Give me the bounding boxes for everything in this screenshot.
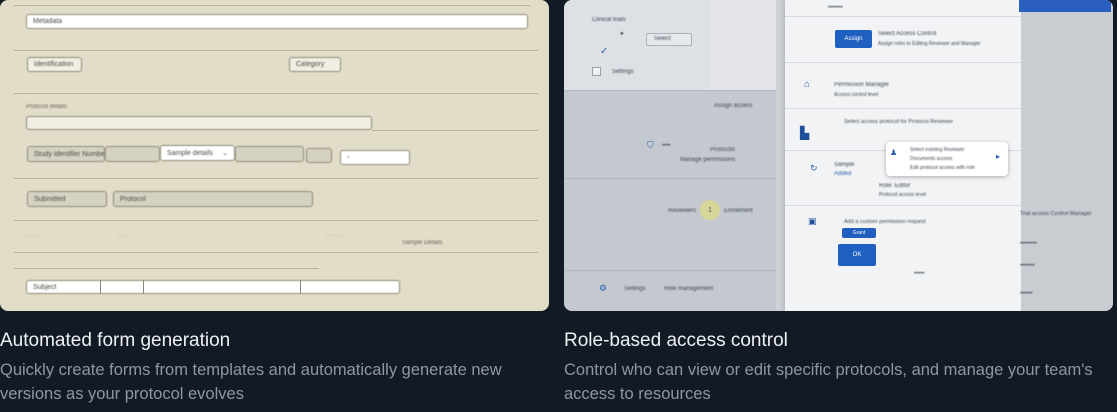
preview-tooltip-line3: Edit protocol access with role (910, 165, 975, 171)
preview-panel-col: Protocols (710, 147, 736, 153)
preview-assign-sub: Assign roles to Editing Reviewer and Man… (878, 41, 981, 47)
preview-footer-label: Sample Details (402, 240, 443, 246)
preview-footer-title: Settings (624, 286, 646, 292)
preview-side-panel (1021, 0, 1113, 311)
chevron-down-icon: ⌄ (222, 149, 228, 157)
checkbox-icon: ▫ (347, 154, 350, 161)
preview-field-study-id: Study identifier Number (27, 146, 105, 162)
preview-tooltip-line2: Documents access (910, 156, 953, 162)
preview-panel-sub: Manage permissions (680, 157, 736, 163)
check-icon: ✓ (600, 46, 609, 57)
preview-tooltip-title: Select existing Reviewer (910, 147, 965, 153)
preview-protocols-header: Assign access (714, 103, 753, 109)
feature-title: Automated form generation (0, 330, 231, 351)
grid-icon: ▣ (808, 216, 817, 226)
preview-role-line2: Protocol access level (879, 192, 926, 198)
preview-grant-button: Grant (842, 228, 876, 238)
preview-section-label: Protocol details (26, 104, 68, 110)
feature-title: Role-based access control (564, 330, 788, 351)
preview-roles-sub: Access control level (834, 92, 879, 98)
preview-field-subject: Subject (26, 280, 400, 294)
refresh-icon: ↻ (810, 163, 818, 173)
access-preview-image: Clinical trials ● Select ✓ Settings Assi… (564, 0, 1113, 311)
form-preview-image: Metadata Identification Category Protoco… (0, 0, 549, 311)
preview-member-title: Sample (834, 162, 855, 168)
preview-nav-title: Clinical trials (592, 17, 626, 23)
preview-field-protocol: Protocol (113, 191, 313, 207)
preview-field-submitted: Submitted (27, 191, 107, 207)
preview-lock-title: Select access protocol for Protocol Revi… (844, 119, 954, 125)
preview-step-next: Enrollment (724, 208, 753, 214)
preview-select-sample: Sample details ⌄ (160, 145, 235, 161)
preview-top-field: Metadata (26, 14, 528, 29)
preview-wide-field (26, 116, 372, 130)
feature-description: Control who can view or edit specific pr… (564, 361, 1093, 403)
feature-description: Quickly create forms from templates and … (0, 361, 502, 403)
preview-member-sub: Added (834, 171, 852, 177)
user-icon: ♟ (890, 148, 898, 157)
preview-checkbox (592, 67, 601, 76)
preview-assign-title: Select Access Control (878, 31, 937, 37)
settings-icon: ⚙ (599, 283, 608, 293)
preview-side-title: Trial access Control Manager (1020, 211, 1092, 217)
preview-field-small (306, 148, 332, 163)
document-icon: ▙ (800, 126, 810, 140)
feature-card-access-control: Clinical trials ● Select ✓ Settings Assi… (564, 0, 1115, 406)
preview-roles-title: Permission Manager (834, 82, 890, 88)
preview-field-number: ▫ (340, 150, 410, 165)
preview-footer-sub: Role management (664, 286, 714, 292)
preview-field-category: Category (289, 57, 341, 72)
preview-field-identification: Identification (27, 57, 82, 72)
preview-role-line: Role: Editor (879, 183, 911, 189)
preview-step-badge: 1 (700, 200, 720, 220)
preview-middle-panel (710, 0, 776, 90)
preview-assign-button: Assign (835, 30, 872, 48)
preview-field-extra (235, 146, 304, 162)
shield-icon: ⛉ (647, 140, 654, 150)
preview-ok-button: OK (838, 244, 876, 266)
chevron-right-icon: ▸ (996, 152, 1001, 161)
preview-step-label: Reviewers (668, 208, 697, 214)
preview-req-title: Add a custom permission request (844, 219, 926, 225)
user-icon: ⌂ (804, 79, 811, 90)
feature-card-form-generation: Metadata Identification Category Protoco… (0, 0, 551, 406)
preview-field-spacer (105, 146, 160, 162)
preview-content-area (564, 90, 776, 311)
